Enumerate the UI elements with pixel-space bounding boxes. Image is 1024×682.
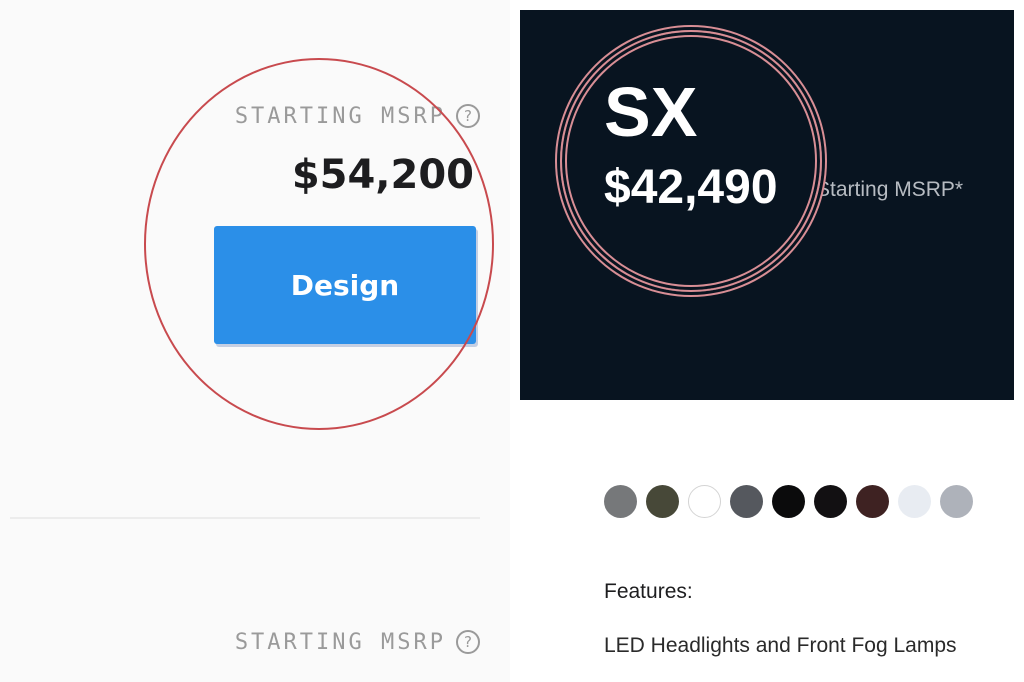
starting-msrp-text: STARTING MSRP	[234, 103, 446, 129]
color-swatch[interactable]	[646, 485, 679, 518]
color-swatch[interactable]	[814, 485, 847, 518]
price: $54,200	[291, 152, 474, 198]
starting-msrp-label: STARTING MSRP ?	[150, 100, 480, 132]
question-circle-icon[interactable]: ?	[456, 630, 480, 654]
features-heading: Features:	[604, 580, 693, 603]
color-swatch[interactable]	[604, 485, 637, 518]
trim-hero: SX $42,490 Starting MSRP*	[520, 10, 1014, 400]
question-circle-icon[interactable]: ?	[456, 104, 480, 128]
starting-msrp-text: STARTING MSRP	[234, 629, 446, 655]
color-swatch[interactable]	[730, 485, 763, 518]
right-trim-card: SX $42,490 Starting MSRP* Features: LED …	[520, 10, 1014, 682]
color-swatch[interactable]	[688, 485, 721, 518]
color-swatch[interactable]	[856, 485, 889, 518]
trim-price: $42,490	[604, 161, 778, 214]
starting-msrp-label-bottom: STARTING MSRP ?	[150, 626, 480, 658]
feature-item: LED Headlights and Front Fog Lamps	[604, 634, 957, 657]
trim-name: SX	[604, 73, 698, 151]
starting-msrp-note: Starting MSRP*	[816, 178, 964, 201]
left-trim-card: STARTING MSRP ? $54,200 Design STARTING …	[0, 0, 510, 682]
color-swatches	[604, 485, 973, 518]
color-swatch[interactable]	[898, 485, 931, 518]
color-swatch[interactable]	[940, 485, 973, 518]
color-swatch[interactable]	[772, 485, 805, 518]
design-button[interactable]: Design	[214, 226, 476, 344]
divider	[10, 517, 480, 519]
